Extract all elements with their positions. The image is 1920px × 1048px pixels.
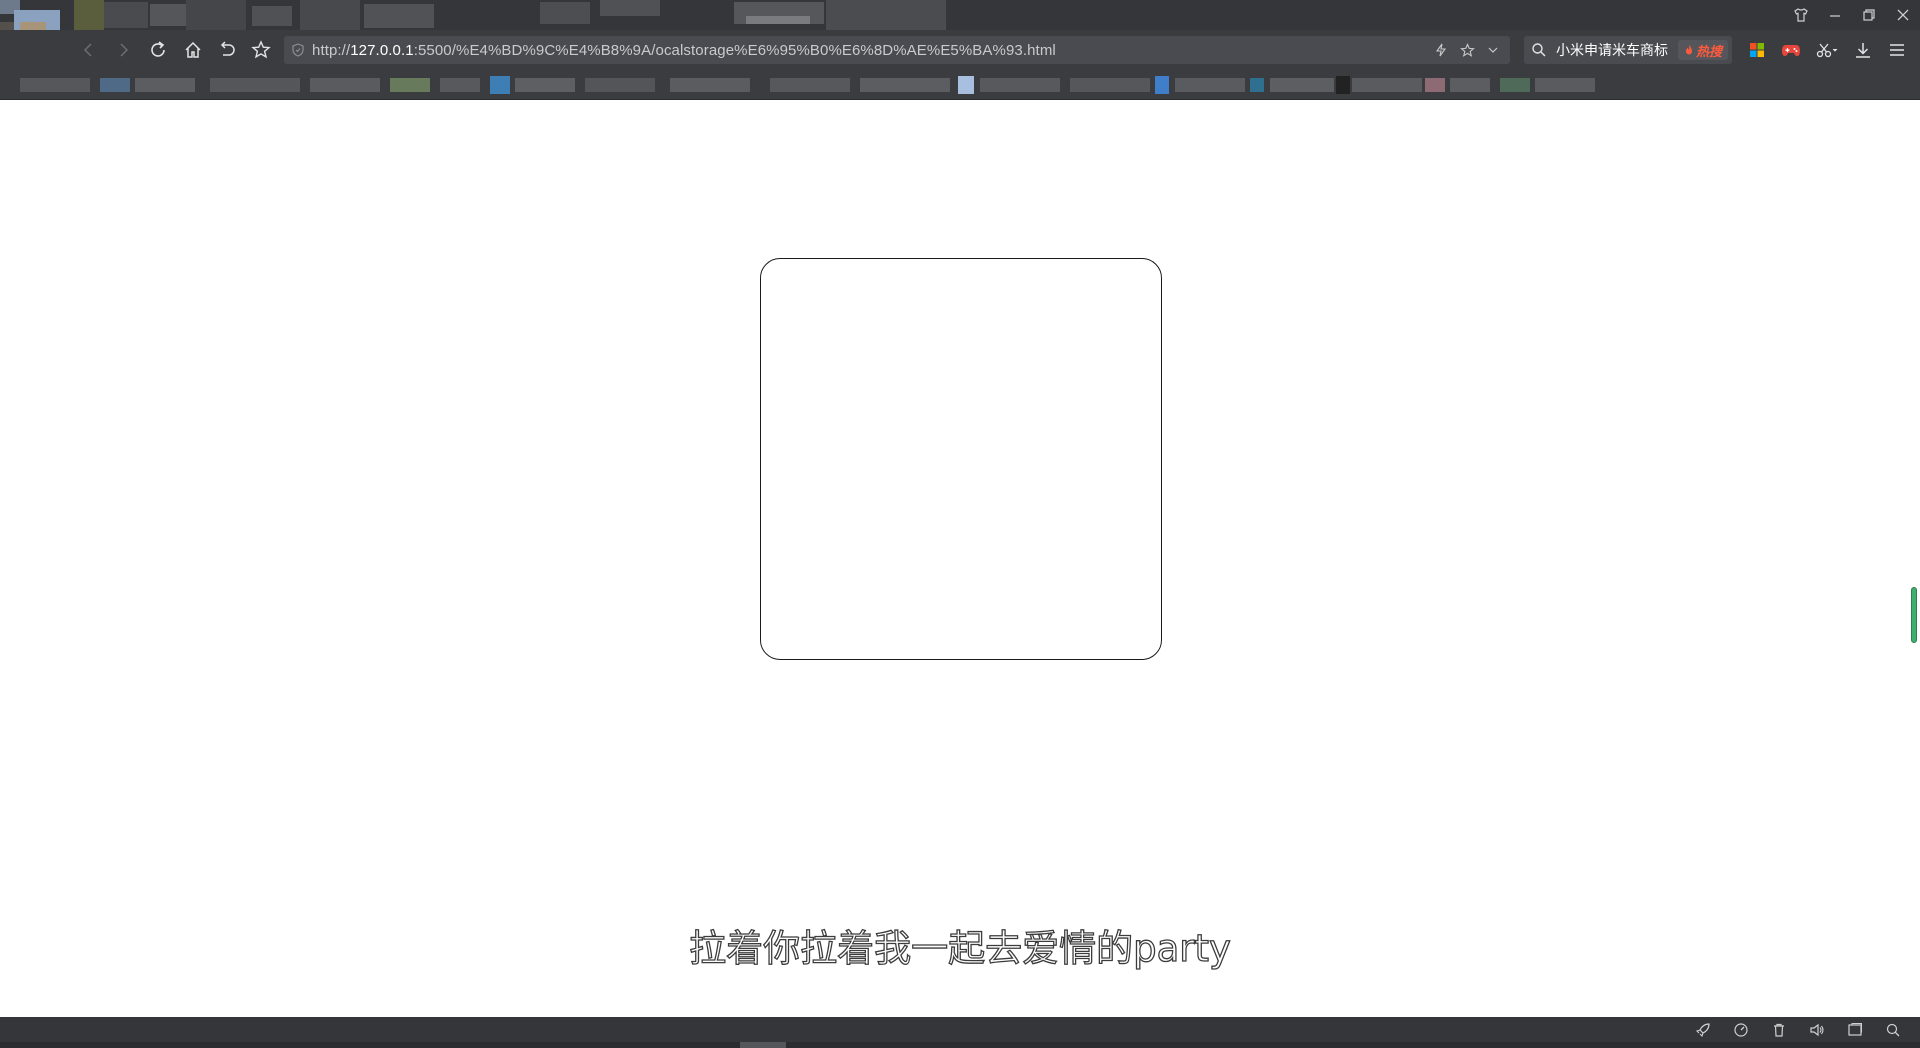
- close-icon: [1897, 9, 1909, 21]
- search-icon: [1532, 43, 1546, 57]
- speed-mode-button[interactable]: [1430, 36, 1452, 64]
- window-mode-button[interactable]: [1836, 1017, 1874, 1042]
- magnifier-icon: [1886, 1023, 1900, 1036]
- hamburger-menu-icon: [1890, 44, 1904, 56]
- gamepad-icon: [1782, 45, 1800, 56]
- toolbar-extensions: [1740, 30, 1914, 70]
- hot-search-badge[interactable]: 热搜: [1677, 40, 1728, 60]
- page-content: [0, 100, 1920, 1017]
- address-bar[interactable]: http://127.0.0.1:5500/%E4%BD%9C%E4%B8%9A…: [284, 36, 1510, 64]
- gauge-icon: [1734, 1022, 1748, 1037]
- home-button[interactable]: [176, 30, 210, 70]
- scroll-indicator[interactable]: [1911, 587, 1917, 643]
- undo-close-tab-button[interactable]: [210, 30, 244, 70]
- scissors-icon: [1816, 43, 1838, 58]
- security-indicator[interactable]: [284, 36, 312, 64]
- flame-icon: [1685, 45, 1692, 55]
- chevron-right-icon: [120, 43, 129, 57]
- main-menu-button[interactable]: [1880, 30, 1914, 70]
- favorites-button[interactable]: [244, 30, 278, 70]
- search-box[interactable]: 小米申请米车商标 热搜: [1524, 36, 1732, 64]
- chevron-down-icon: [1488, 47, 1498, 53]
- close-button[interactable]: [1886, 0, 1920, 30]
- search-button[interactable]: [1524, 36, 1554, 64]
- minimize-icon: [1830, 15, 1840, 17]
- window-controls: [1784, 0, 1920, 30]
- search-suggestion-text[interactable]: 小米申请米车商标: [1556, 40, 1668, 60]
- browser-window: http://127.0.0.1:5500/%E4%BD%9C%E4%B8%9A…: [0, 0, 1920, 1048]
- chevron-left-icon: [83, 43, 92, 57]
- star-outline-icon: [1459, 42, 1475, 57]
- tab-strip-pixelated: [0, 0, 980, 30]
- game-center-button[interactable]: [1774, 30, 1808, 70]
- navigation-toolbar: http://127.0.0.1:5500/%E4%BD%9C%E4%B8%9A…: [0, 30, 1920, 70]
- minimize-button[interactable]: [1818, 0, 1852, 30]
- accelerate-button[interactable]: [1684, 1017, 1722, 1042]
- undo-icon: [220, 41, 235, 56]
- address-dropdown-button[interactable]: [1482, 36, 1504, 64]
- lyrics-subtitle: 拉着你拉着我一起去爱情的party: [688, 926, 1231, 970]
- trash-icon: [1774, 1023, 1784, 1037]
- shield-icon: [292, 43, 304, 57]
- reload-icon: [151, 41, 165, 57]
- skin-button[interactable]: [1784, 0, 1818, 30]
- app-grid-icon: [1750, 43, 1764, 57]
- forward-button[interactable]: [106, 30, 140, 70]
- empty-rounded-box: [760, 258, 1162, 660]
- back-button[interactable]: [72, 30, 106, 70]
- title-bar: [0, 0, 1920, 30]
- lightning-icon: [1435, 43, 1447, 57]
- clear-data-button[interactable]: [1760, 1017, 1798, 1042]
- home-icon: [185, 41, 201, 58]
- taskbar-item[interactable]: [740, 1042, 786, 1048]
- star-icon: [251, 40, 271, 59]
- shirt-icon: [1794, 8, 1808, 22]
- bookmarks-bar: [0, 70, 1920, 100]
- speaker-icon: [1810, 1023, 1824, 1036]
- status-bar-tools: [1684, 1017, 1912, 1042]
- hot-search-label: 热搜: [1695, 43, 1722, 59]
- url-text[interactable]: http://127.0.0.1:5500/%E4%BD%9C%E4%B8%9A…: [312, 42, 1056, 59]
- status-bar: [0, 1017, 1920, 1048]
- app-center-button[interactable]: [1740, 30, 1774, 70]
- download-icon: [1856, 43, 1870, 58]
- restore-button[interactable]: [1852, 0, 1886, 30]
- taskbar-strip: [0, 1042, 1920, 1048]
- bookmark-page-button[interactable]: [1456, 36, 1478, 64]
- speed-test-button[interactable]: [1722, 1017, 1760, 1042]
- restore-icon: [1863, 9, 1875, 21]
- rocket-icon: [1695, 1022, 1710, 1037]
- screenshot-button[interactable]: [1808, 30, 1846, 70]
- reload-button[interactable]: [141, 30, 175, 70]
- address-bar-actions: [1430, 36, 1504, 64]
- download-button[interactable]: [1846, 30, 1880, 70]
- mute-button[interactable]: [1798, 1017, 1836, 1042]
- window-icon: [1848, 1022, 1862, 1036]
- zoom-button[interactable]: [1874, 1017, 1912, 1042]
